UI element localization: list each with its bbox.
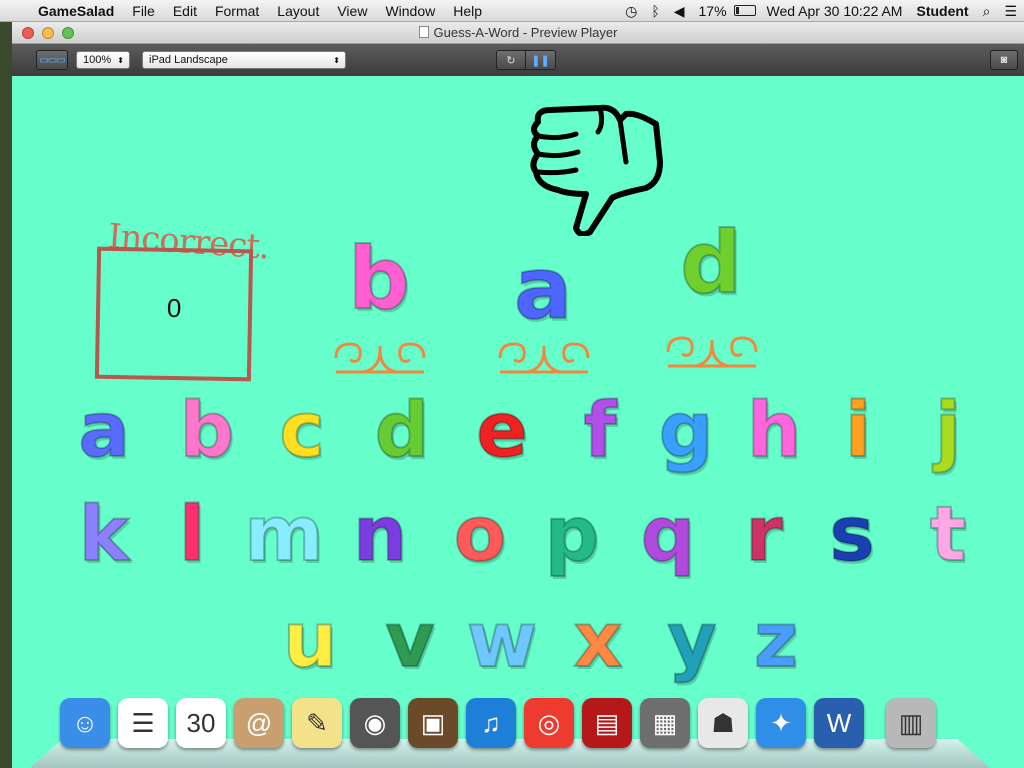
chrome-icon[interactable]: ◎ [524,698,574,748]
guessed-letter-d: d [679,213,743,313]
preview-player-window: Guess-A-Word - Preview Player ▭▭▭ 100% ⬍ … [12,22,1024,768]
letter-key-e[interactable]: e [462,391,542,469]
updown-arrow-icon: ⬍ [117,55,124,65]
notes-icon[interactable]: ✎ [292,698,342,748]
reminders-icon[interactable]: ☰ [118,698,168,748]
thumbs-down-icon[interactable] [528,102,664,236]
letter-key-t[interactable]: t [908,495,988,573]
letter-key-b[interactable]: b [167,391,247,469]
letter-key-r[interactable]: r [724,495,804,573]
clock[interactable]: Wed Apr 30 10:22 AM [760,0,910,22]
letter-key-f[interactable]: f [560,391,640,469]
device-select[interactable]: iPad Landscape ⬍ [142,51,346,69]
letter-key-c[interactable]: c [262,391,342,469]
letter-key-j[interactable]: j [908,391,988,469]
letter-key-w[interactable]: w [462,601,542,679]
word-icon[interactable]: W [814,698,864,748]
reload-button[interactable]: ↻ [496,50,526,70]
bluetooth-icon[interactable]: ᛒ [644,0,666,22]
menu-app-name[interactable]: GameSalad [34,0,123,22]
menu-format[interactable]: Format [206,0,268,22]
letter-key-a[interactable]: a [64,391,144,469]
close-button[interactable] [22,26,34,39]
letter-key-o[interactable]: o [440,495,520,573]
resize-icon[interactable]: ▭▭▭ [36,50,68,70]
menu-view[interactable]: View [328,0,376,22]
letter-key-y[interactable]: y [652,601,732,679]
image-capture-icon[interactable]: ▦ [640,698,690,748]
letter-key-q[interactable]: q [628,495,708,573]
incorrect-counter-box: 0 [94,246,254,382]
swirl-decoration-icon [334,342,426,374]
zoom-select[interactable]: 100% ⬍ [76,51,130,69]
incorrect-count: 0 [166,292,182,323]
notification-center-icon[interactable]: ☰ [997,0,1024,22]
battery-percent[interactable]: 17% [692,0,734,22]
updown-arrow-icon: ⬍ [333,55,340,65]
letter-key-l[interactable]: l [152,495,232,573]
guessed-letter-b: b [347,229,411,329]
letter-key-h[interactable]: h [734,391,814,469]
screenshot-camera-button[interactable]: ◙ [990,50,1018,70]
trash-icon[interactable]: ▥ [886,698,936,748]
swirl-decoration-icon [666,336,758,368]
letter-key-d[interactable]: d [362,391,442,469]
battery-icon[interactable] [733,5,756,16]
letter-key-z[interactable]: z [736,601,816,679]
guessed-letter-a: a [513,239,573,339]
toolbar: ▭▭▭ 100% ⬍ iPad Landscape ⬍ ↻ ❚❚ ◙ [12,44,1024,76]
pause-button[interactable]: ❚❚ [526,50,556,70]
menu-layout[interactable]: Layout [268,0,328,22]
letter-key-v[interactable]: v [370,601,450,679]
playback-controls: ↻ ❚❚ [496,50,556,70]
volume-icon[interactable]: ◀ [667,0,692,22]
menu-help[interactable]: Help [444,0,491,22]
menu-edit[interactable]: Edit [164,0,206,22]
letter-key-s[interactable]: s [812,495,892,573]
window-title-text: Guess-A-Word - Preview Player [433,25,618,40]
facetime-icon[interactable]: ◉ [350,698,400,748]
spotlight-icon[interactable]: ⌕ [976,0,998,22]
iphoto-icon[interactable]: ▣ [408,698,458,748]
menu-file[interactable]: File [123,0,164,22]
title-bar[interactable]: Guess-A-Word - Preview Player [12,22,1024,44]
dock: ☺ ☰ 30 @ ✎ ◉ ▣ ♫ ◎ ▤ ▦ ☗ ✦ W ▥ [30,694,990,768]
device-value: iPad Landscape [149,54,228,66]
window-title: Guess-A-Word - Preview Player [12,25,1024,40]
contacts-icon[interactable]: @ [234,698,284,748]
letter-key-g[interactable]: g [646,391,726,469]
swirl-decoration-icon [498,342,590,374]
gamesalad-icon[interactable]: ☗ [698,698,748,748]
letter-key-m[interactable]: m [243,495,324,573]
itunes-icon[interactable]: ♫ [466,698,516,748]
zoom-button[interactable] [62,26,74,39]
menu-window[interactable]: Window [376,0,444,22]
letter-key-p[interactable]: p [532,495,612,573]
finder-icon[interactable]: ☺ [60,698,110,748]
user-menu[interactable]: Student [909,0,975,22]
menu-bar: GameSalad File Edit Format Layout View W… [0,0,1024,22]
calendar-icon[interactable]: 30 [176,698,226,748]
document-icon [418,26,429,38]
letter-key-k[interactable]: k [64,495,144,573]
photobooth-icon[interactable]: ▤ [582,698,632,748]
time-machine-icon[interactable]: ◷ [618,0,644,22]
game-stage: Incorrect. 0 bad abcdefghijklmnopqrstuvw… [12,76,1024,768]
safari-icon[interactable]: ✦ [756,698,806,748]
letter-key-u[interactable]: u [270,601,350,679]
letter-key-n[interactable]: n [340,495,420,573]
minimize-button[interactable] [42,26,54,39]
letter-key-x[interactable]: x [558,601,638,679]
zoom-value: 100% [83,54,112,66]
letter-key-i[interactable]: i [818,391,898,469]
